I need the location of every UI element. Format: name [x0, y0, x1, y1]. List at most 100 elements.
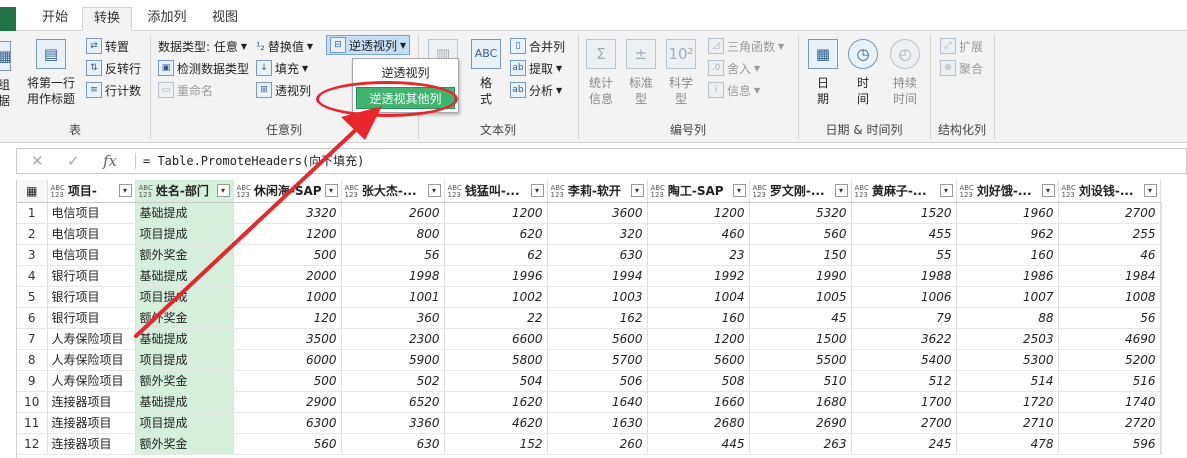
table-cell[interactable]: 1984 [1058, 265, 1161, 287]
table-cell[interactable]: 2700 [1058, 202, 1161, 224]
column-header[interactable]: ABC 123 姓名-部门 ▾ [135, 180, 234, 203]
column-header[interactable]: ABC 123 李莉-软开 ▾ [547, 180, 648, 203]
table-cell[interactable]: 2690 [749, 412, 852, 434]
filter-dropdown-icon[interactable]: ▾ [216, 184, 230, 197]
table-cell[interactable]: 5700 [547, 349, 648, 371]
table-cell[interactable] [1160, 370, 1162, 392]
table-cell[interactable]: 630 [547, 244, 648, 266]
table-cell[interactable]: 电信项目 [47, 244, 136, 266]
table-cell[interactable]: 项目提成 [135, 412, 234, 434]
table-cell[interactable] [1160, 307, 1162, 329]
table-row[interactable]: 2 电信项目 项目提成 1200 800 620 320 460 560 455 962 255 [17, 223, 1162, 245]
filter-dropdown-icon[interactable]: ▾ [427, 184, 441, 197]
table-cell[interactable]: 500 [233, 370, 342, 392]
table-cell[interactable]: 62 [444, 244, 548, 266]
table-cell[interactable]: 460 [647, 223, 750, 245]
table-cell[interactable]: 1003 [547, 286, 648, 308]
table-cell[interactable]: 额外奖金 [135, 307, 234, 329]
data-type-dropdown[interactable]: 数据类型: 任意 ▼ [158, 36, 247, 56]
table-row[interactable]: 4 银行项目 基础提成 2000 1998 1996 1994 1992 1990 1988 198… [17, 265, 1162, 287]
tab-view[interactable]: 视图 [202, 7, 248, 31]
table-cell[interactable]: 1660 [647, 391, 750, 413]
row-number[interactable]: 4 [17, 265, 48, 287]
row-number[interactable]: 3 [17, 244, 48, 266]
filter-dropdown-icon[interactable]: ▾ [1041, 184, 1055, 197]
table-cell[interactable]: 1001 [341, 286, 445, 308]
table-cell[interactable]: 3500 [233, 328, 342, 350]
table-cell[interactable]: 2710 [956, 412, 1059, 434]
table-cell[interactable]: 255 [1058, 223, 1161, 245]
table-cell[interactable]: 项目提成 [135, 223, 234, 245]
table-cell[interactable]: 455 [851, 223, 957, 245]
table-row[interactable]: 11 连接器项目 项目提成 6300 3360 4620 1630 2680 2690 2700 2… [17, 412, 1162, 434]
table-row[interactable]: 7 人寿保险项目 基础提成 3500 2300 6600 5600 1200 1500 3622 2… [17, 328, 1162, 350]
column-header[interactable]: ABC 123 休闲海-SAP ▾ [233, 180, 342, 203]
table-cell[interactable]: 1990 [749, 265, 852, 287]
trigonometry-button[interactable]: ◿ 三角函数 ▼ [708, 36, 784, 56]
table-cell[interactable]: 6520 [341, 391, 445, 413]
filter-dropdown-icon[interactable]: ▾ [530, 184, 544, 197]
table-cell[interactable]: 3622 [851, 328, 957, 350]
confirm-check-icon[interactable]: ✓ [67, 149, 80, 173]
table-cell[interactable]: 1500 [749, 328, 852, 350]
table-cell[interactable]: 5600 [647, 349, 750, 371]
table-cell[interactable]: 510 [749, 370, 852, 392]
table-cell[interactable]: 5600 [547, 328, 648, 350]
pivot-column-button[interactable]: ⊞ 透视列 [256, 80, 311, 100]
table-cell[interactable]: 500 [233, 244, 342, 266]
table-cell[interactable]: 560 [233, 433, 342, 455]
table-cell[interactable]: 3360 [341, 412, 445, 434]
table-row[interactable]: 5 银行项目 项目提成 1000 1001 1002 1003 1004 1005 1006 100… [17, 286, 1162, 308]
group-by-button[interactable]: ▦ 组 据 [0, 41, 14, 109]
table-cell[interactable]: 项目提成 [135, 286, 234, 308]
table-cell[interactable]: 基础提成 [135, 202, 234, 224]
table-cell[interactable]: 5900 [341, 349, 445, 371]
table-cell[interactable]: 额外奖金 [135, 433, 234, 455]
table-cell[interactable]: 项目提成 [135, 349, 234, 371]
table-row[interactable]: 12 连接器项目 额外奖金 560 630 152 260 445 263 245 478 596 [17, 433, 1162, 455]
table-cell[interactable]: 1986 [956, 265, 1059, 287]
table-cell[interactable]: 56 [1058, 307, 1161, 329]
table-cell[interactable]: 152 [444, 433, 548, 455]
table-cell[interactable]: 1200 [233, 223, 342, 245]
table-cell[interactable]: 23 [647, 244, 750, 266]
unpivot-columns-dropdown-button[interactable]: ⊟ 逆透视列 ▼ [326, 35, 411, 55]
table-cell[interactable]: 1200 [647, 202, 750, 224]
filter-dropdown-icon[interactable]: ▾ [630, 184, 644, 197]
use-first-row-as-headers-button[interactable]: ▤ 将第一行 用作标题 [20, 39, 82, 107]
table-cell[interactable]: 160 [956, 244, 1059, 266]
table-cell[interactable]: 1996 [444, 265, 548, 287]
tab-add-column[interactable]: 添加列 [138, 7, 196, 31]
table-cell[interactable]: 3320 [233, 202, 342, 224]
table-cell[interactable]: 1004 [647, 286, 750, 308]
table-cell[interactable] [1160, 412, 1162, 434]
table-cell[interactable]: 连接器项目 [47, 433, 136, 455]
table-cell[interactable]: 2900 [233, 391, 342, 413]
replace-values-button[interactable]: ¹₂ 替换值 ▼ [256, 36, 313, 56]
table-cell[interactable]: 1988 [851, 265, 957, 287]
table-cell[interactable]: 电信项目 [47, 202, 136, 224]
statistics-button[interactable]: Σ 统计 信息 [584, 39, 618, 107]
table-cell[interactable]: 5320 [749, 202, 852, 224]
table-row[interactable]: 8 人寿保险项目 项目提成 6000 5900 5800 5700 5600 5500 5400 5… [17, 349, 1162, 371]
table-cell[interactable]: 人寿保险项目 [47, 349, 136, 371]
table-cell[interactable]: 560 [749, 223, 852, 245]
time-button[interactable]: ◷ 时 间 [846, 39, 880, 107]
row-number[interactable]: 8 [17, 349, 48, 371]
table-cell[interactable]: 504 [444, 370, 548, 392]
table-cell[interactable]: 人寿保险项目 [47, 370, 136, 392]
table-cell[interactable]: 连接器项目 [47, 412, 136, 434]
column-header[interactable]: ABC 123 钱猛叫-... ▾ [444, 180, 548, 203]
tab-home[interactable]: 开始 [30, 7, 80, 31]
table-cell[interactable]: 2300 [341, 328, 445, 350]
table-cell[interactable]: 1000 [233, 286, 342, 308]
table-cell[interactable]: 620 [444, 223, 548, 245]
table-row[interactable]: 3 电信项目 额外奖金 500 56 62 630 23 150 55 160 46 [17, 244, 1162, 266]
table-cell[interactable]: 2600 [341, 202, 445, 224]
table-cell[interactable]: 88 [956, 307, 1059, 329]
table-cell[interactable]: 1005 [749, 286, 852, 308]
expand-button[interactable]: ⤢ 扩展 [940, 36, 983, 56]
table-cell[interactable]: 1620 [444, 391, 548, 413]
table-cell[interactable]: 1700 [851, 391, 957, 413]
table-cell[interactable]: 基础提成 [135, 328, 234, 350]
